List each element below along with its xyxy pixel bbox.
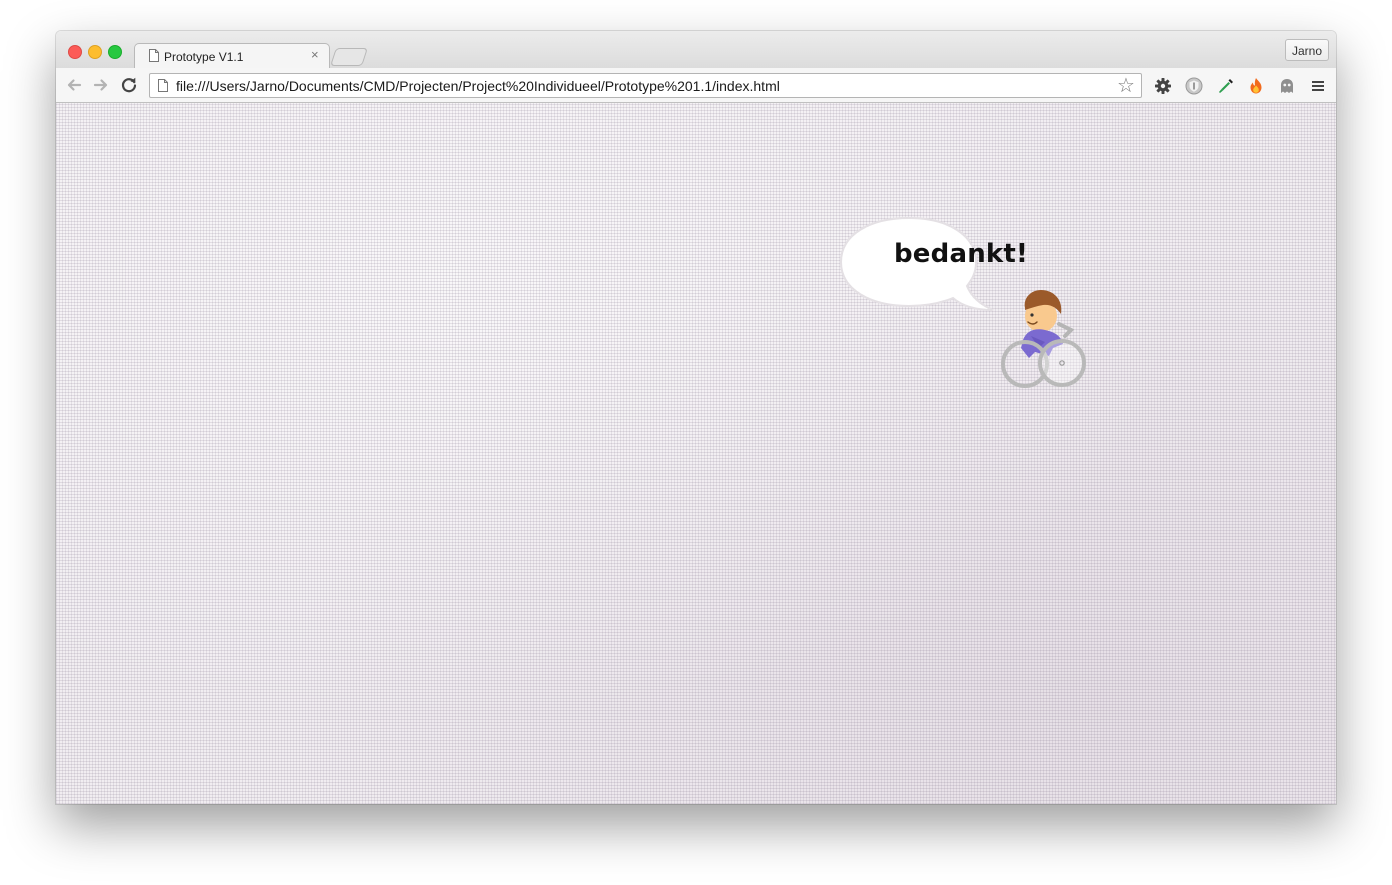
toolbar: ☆ (56, 68, 1336, 103)
new-tab-button[interactable] (330, 48, 368, 66)
browser-window: Prototype V1.1 × Jarno ☆ (56, 31, 1336, 804)
zoom-window-button[interactable] (108, 45, 122, 59)
back-arrow-icon[interactable] (64, 75, 84, 95)
close-window-button[interactable] (68, 45, 82, 59)
wheelchair-user-illustration (1001, 290, 1086, 388)
title-bar: Prototype V1.1 × Jarno (56, 31, 1336, 70)
gear-icon[interactable] (1153, 76, 1173, 96)
ghost-icon[interactable] (1277, 76, 1297, 96)
page-icon (149, 49, 159, 62)
speech-text: bedankt! (894, 239, 1029, 269)
tab-close-icon[interactable]: × (311, 47, 319, 62)
tab-title: Prototype V1.1 (164, 50, 244, 64)
page-content: bedankt! (56, 103, 1336, 804)
star-icon[interactable]: ☆ (1117, 75, 1135, 97)
profile-button[interactable]: Jarno (1285, 39, 1329, 61)
menu-icon[interactable] (1308, 76, 1328, 96)
url-input[interactable] (176, 76, 1106, 95)
flame-icon[interactable] (1246, 76, 1266, 96)
minimize-window-button[interactable] (88, 45, 102, 59)
reload-icon[interactable] (119, 75, 139, 95)
address-bar[interactable]: ☆ (149, 73, 1142, 98)
forward-arrow-icon[interactable] (91, 75, 111, 95)
shield-icon[interactable] (1184, 76, 1204, 96)
eyedropper-icon[interactable] (1216, 76, 1236, 96)
tab-prototype[interactable]: Prototype V1.1 × (134, 43, 330, 70)
page-icon (158, 79, 168, 92)
